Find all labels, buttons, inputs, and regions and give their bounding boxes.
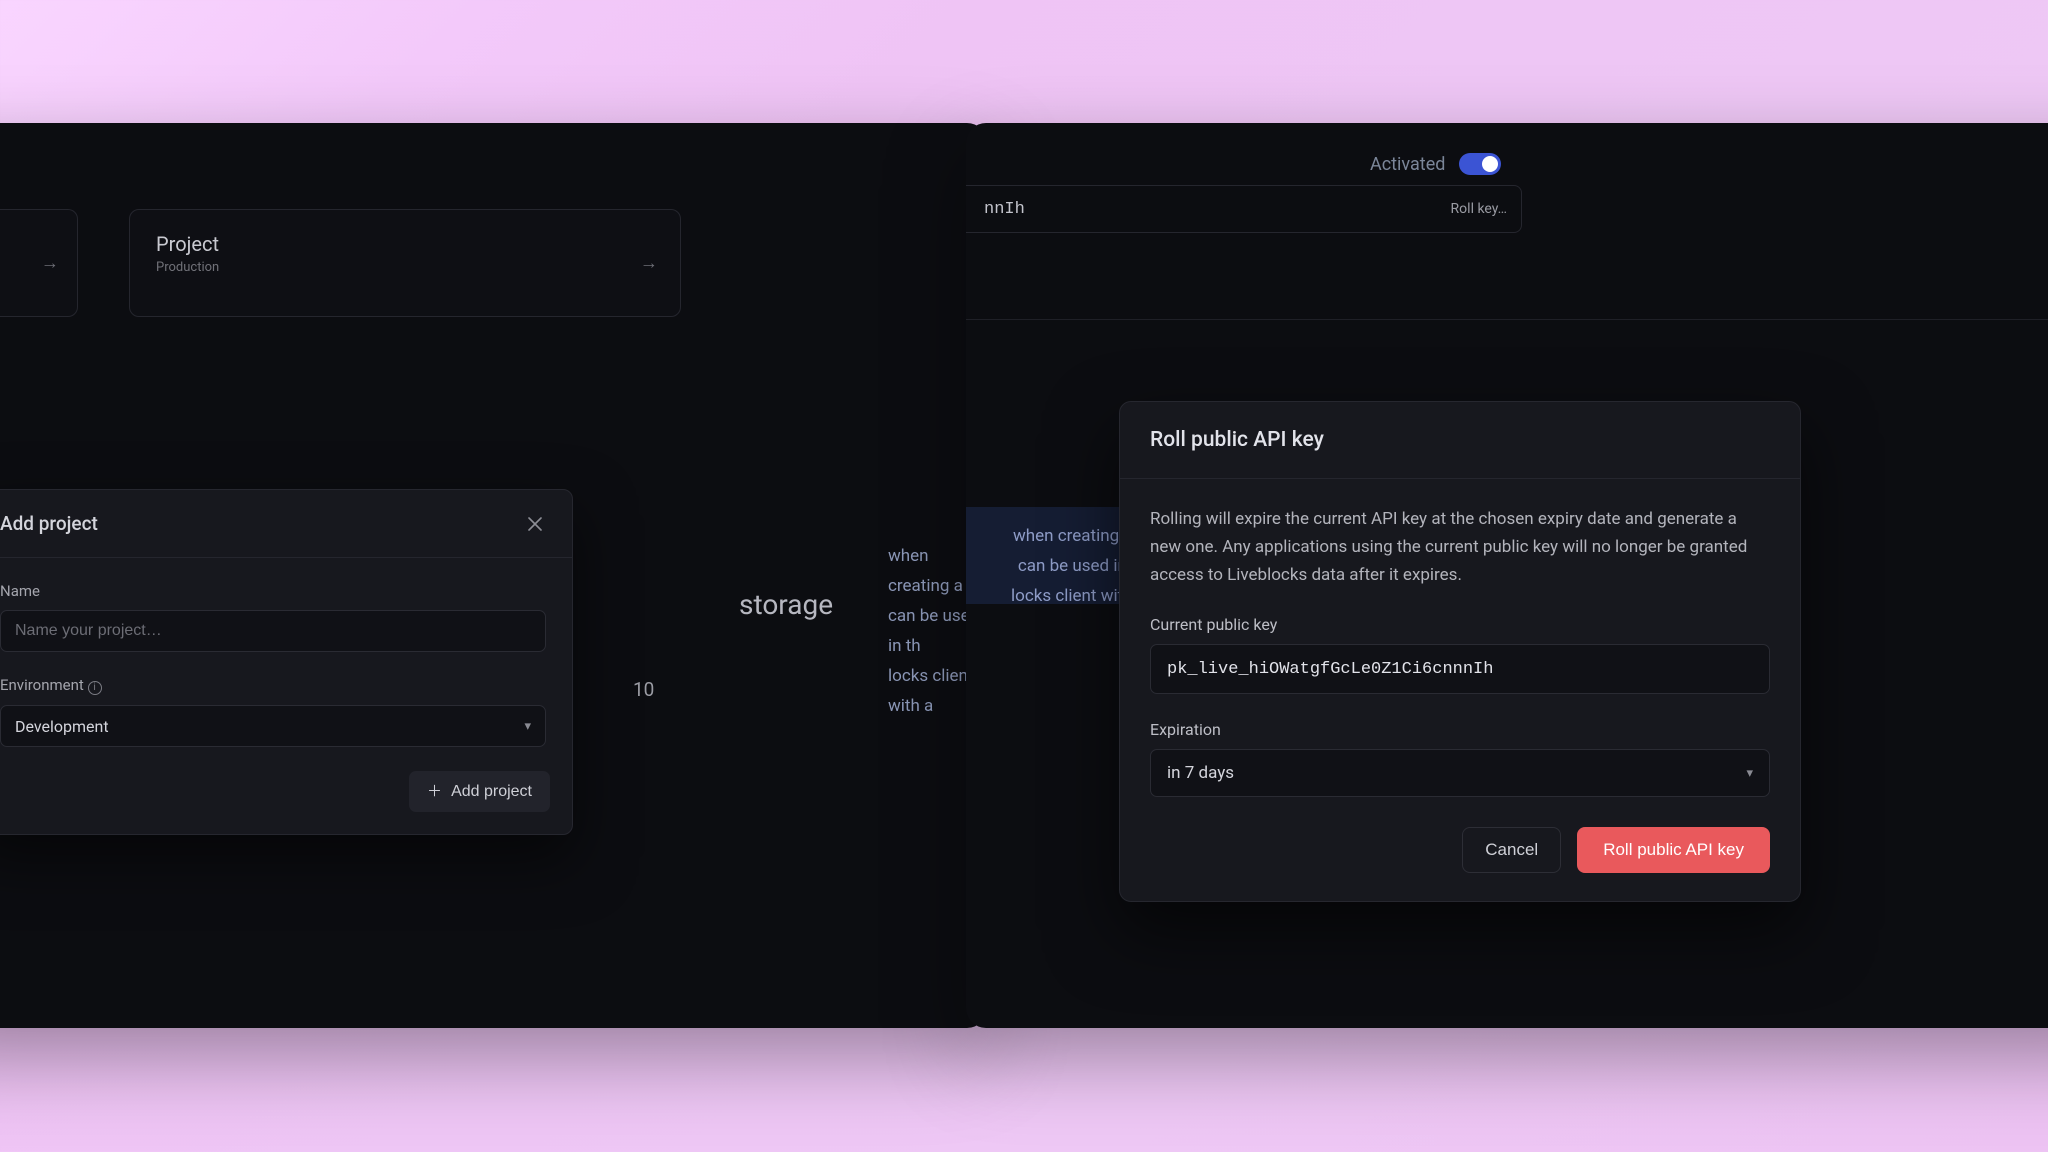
metric-value: 10: [633, 678, 654, 701]
modal-description: Rolling will expire the current API key …: [1150, 505, 1770, 589]
environment-label: Environment i: [0, 676, 546, 695]
expiration-value: in 7 days: [1167, 763, 1234, 783]
add-project-label: Add project: [451, 783, 532, 801]
activated-row: Activated: [1370, 153, 1501, 175]
arrow-right-icon: →: [640, 253, 658, 274]
cancel-button[interactable]: Cancel: [1462, 827, 1561, 873]
api-key-tail: nnIh: [984, 200, 1025, 219]
chevron-down-icon: ▾: [1746, 766, 1753, 781]
api-key-row: nnIh Roll key…: [966, 185, 1522, 233]
roll-key-link[interactable]: Roll key…: [1451, 201, 1507, 217]
project-card-partial[interactable]: →: [0, 209, 78, 317]
current-key-label: Current public key: [1150, 615, 1770, 634]
left-app-window: → Project Production → 10 storage when c…: [0, 123, 987, 1028]
storage-label: storage: [739, 588, 833, 621]
expiration-label: Expiration: [1150, 720, 1770, 739]
right-app-window: Activated nnIh Roll key… when creating a…: [966, 123, 2048, 1028]
modal-title: Add project: [0, 512, 98, 535]
close-icon[interactable]: [524, 513, 546, 535]
project-card[interactable]: Project Production →: [129, 209, 681, 317]
project-env-label: Production: [156, 260, 654, 275]
roll-key-modal: Roll public API key Rolling will expire …: [1119, 401, 1801, 902]
activated-label: Activated: [1370, 154, 1445, 175]
expiration-select[interactable]: in 7 days ▾: [1150, 749, 1770, 797]
modal-title: Roll public API key: [1150, 428, 1770, 452]
add-project-button[interactable]: ＋ Add project: [409, 771, 550, 812]
project-title: Project: [156, 232, 654, 256]
activated-toggle[interactable]: [1459, 153, 1501, 175]
plus-icon: ＋: [427, 780, 442, 801]
divider: [966, 319, 2048, 320]
arrow-right-icon: →: [41, 253, 59, 274]
environment-select[interactable]: Development ▾: [0, 705, 546, 747]
chevron-down-icon: ▾: [524, 719, 531, 734]
name-label: Name: [0, 582, 546, 600]
add-project-modal: Add project Name Environment i Developme…: [0, 489, 573, 835]
environment-value: Development: [15, 717, 109, 736]
roll-key-button[interactable]: Roll public API key: [1577, 827, 1770, 873]
info-icon[interactable]: i: [88, 681, 102, 695]
current-key-value[interactable]: pk_live_hiOWatgfGcLe0Z1Ci6cnnnIh: [1150, 644, 1770, 694]
project-name-input[interactable]: [0, 610, 546, 652]
